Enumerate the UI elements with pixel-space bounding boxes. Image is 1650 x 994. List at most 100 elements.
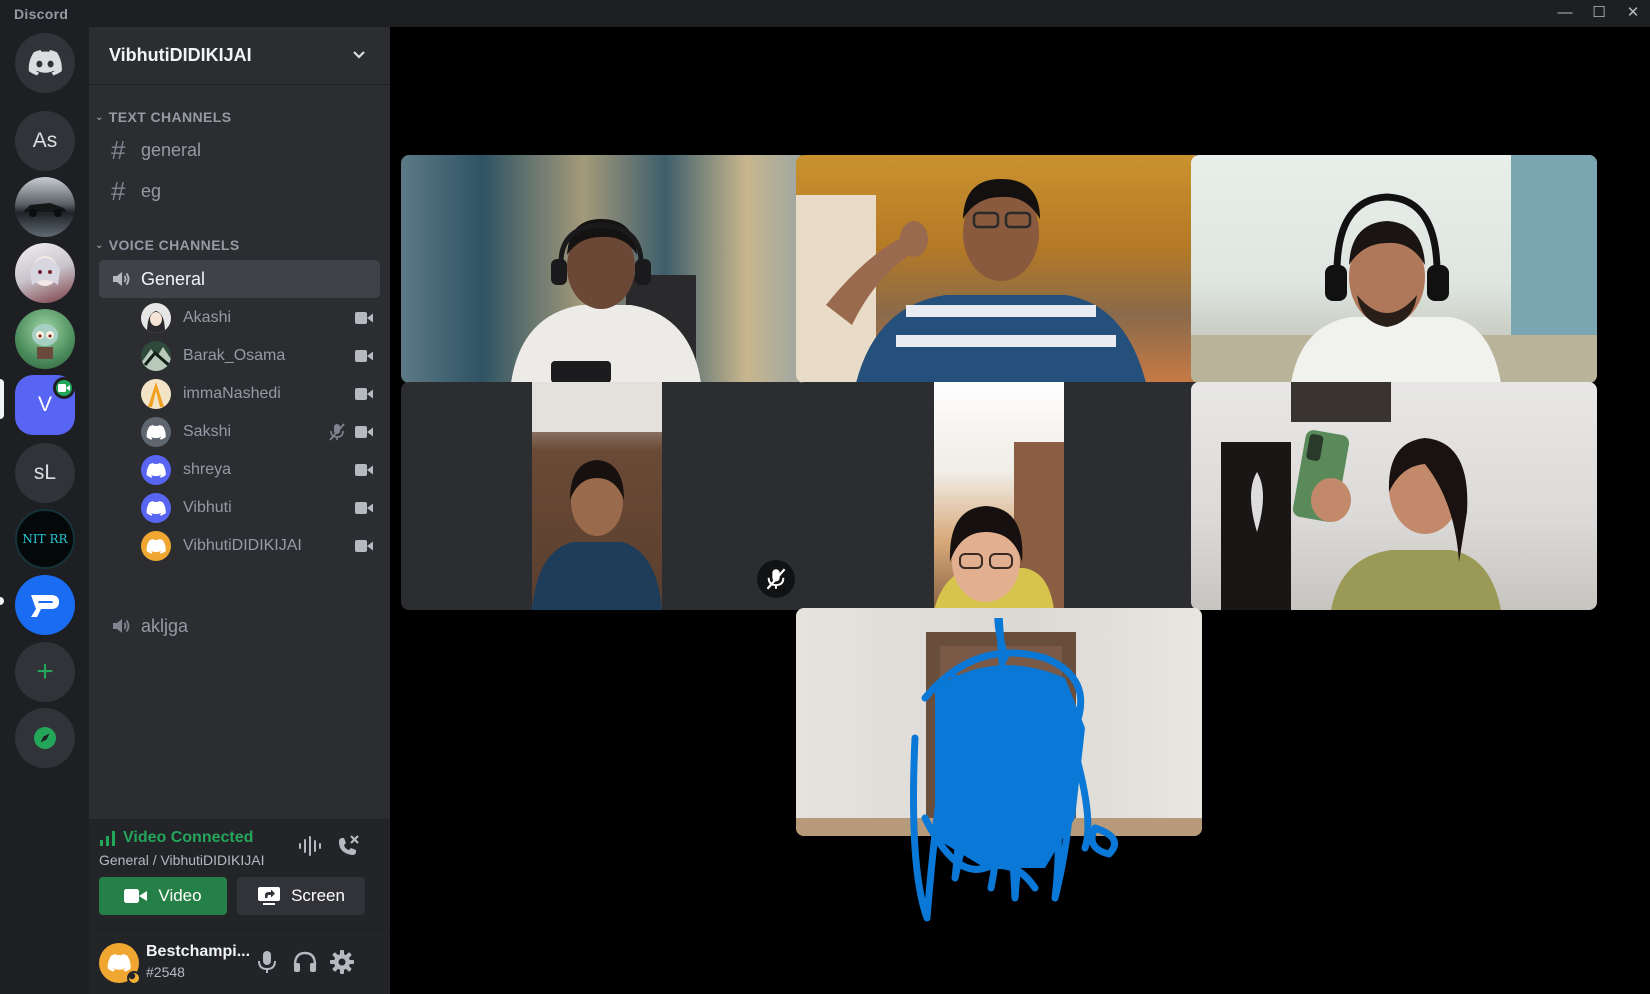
username[interactable]: Bestchampi... [146,943,250,961]
category-label: VOICE CHANNELS [108,237,240,253]
user-discriminator: #2548 [146,964,185,980]
channel-sidebar: VibhutiDIDIKIJAI ⌄ TEXT CHANNELS # gener… [89,27,390,994]
guild-header[interactable]: VibhutiDIDIKIJAI [89,27,390,85]
server-p[interactable] [15,575,75,635]
guild-name: VibhutiDIDIKIJAI [109,45,252,65]
close-button[interactable]: ✕ [1616,2,1650,24]
compass-icon [34,727,56,749]
minimize-button[interactable]: — [1548,2,1582,24]
chevron-down-icon [353,51,365,59]
video-tile[interactable] [796,382,1202,610]
discord-logo-icon [107,954,131,972]
video-tile[interactable] [796,608,1202,836]
avatar [141,303,171,333]
video-activity-badge [53,377,75,399]
video-camera-icon [355,426,373,438]
text-channel-icon: # [111,134,126,165]
video-tile[interactable] [796,155,1202,383]
category-label: TEXT CHANNELS [108,109,232,125]
video-camera-icon [355,540,373,552]
microphone-icon[interactable] [254,949,280,975]
car-icon [23,203,67,217]
participant-silhouette-icon [934,442,1064,610]
avatar [141,531,171,561]
screen-share-button[interactable]: Screen [237,877,365,915]
voice-status[interactable]: Video Connected [99,829,253,847]
video-tile[interactable] [1191,382,1597,610]
voice-user-name: shreya [183,461,232,478]
headphones-icon[interactable] [292,949,318,975]
voice-user-name: VibhutiDIDIKIJAI [183,537,302,554]
maximize-button[interactable]: ☐ [1582,2,1616,24]
collapse-arrow-icon: ⌄ [95,239,104,251]
voice-user-vibhutididikijai[interactable]: VibhutiDIDIKIJAI [141,528,379,564]
screen-button-label: Screen [291,886,345,905]
voice-connection-panel: Video Connected General / VibhutiDIDIKIJ… [89,819,390,929]
server-squid[interactable] [15,309,75,369]
voice-user-shreya[interactable]: shreya [141,452,379,488]
video-tile[interactable] [401,155,807,383]
disconnect-icon[interactable] [335,833,361,859]
anime-avatar-icon [30,256,60,286]
voice-user-vibhuti[interactable]: Vibhuti [141,490,379,526]
channel-label: General [141,268,206,289]
unread-pill [0,597,4,605]
add-server-button[interactable]: + [15,642,75,702]
server-nitrr[interactable]: NIT RR [15,509,75,569]
idle-status-icon [127,971,141,985]
voice-user-name: Akashi [183,309,232,326]
participant-silhouette-icon [1191,155,1597,383]
video-camera-icon [355,312,373,324]
voice-channel-general[interactable]: General [99,260,380,298]
app-title: Discord [14,6,69,22]
participant-silhouette-icon [1221,382,1501,610]
avatar [141,493,171,523]
noise-suppression-icon[interactable] [297,833,323,859]
voice-user-name: Vibhuti [183,499,232,516]
video-camera-icon [355,388,373,400]
server-sl[interactable]: sL [15,443,75,503]
video-icon [124,889,148,903]
voice-user-sakshi[interactable]: Sakshi [141,414,379,450]
user-panel: Bestchampi... #2548 [89,929,390,994]
avatar [141,379,171,409]
home-button[interactable] [15,33,75,93]
video-camera-icon [355,464,373,476]
server-car[interactable] [15,177,75,237]
settings-gear-icon[interactable] [329,949,355,975]
voice-channel-akljga[interactable]: akljga [99,607,380,645]
avatar [141,417,171,447]
channel-eg[interactable]: # eg [99,172,380,210]
participant-silhouette-icon [511,219,701,383]
voice-user-name: Sakshi [183,423,232,440]
title-bar: Discord — ☐ ✕ [0,0,1650,27]
server-rail: As V sL NIT RR + [0,27,89,994]
muted-mic-icon [329,423,345,441]
voice-user-name: immaNashedi [183,385,281,402]
participant-silhouette-icon [532,382,662,610]
server-anime[interactable] [15,243,75,303]
video-icon [58,384,70,392]
category-voice-channels[interactable]: ⌄ VOICE CHANNELS [95,237,240,253]
video-button-label: Video [158,886,202,905]
voice-user-immanashedi[interactable]: immaNashedi [141,376,379,412]
voice-user-name: Barak_Osama [183,347,286,364]
server-as[interactable]: As [15,111,75,171]
category-text-channels[interactable]: ⌄ TEXT CHANNELS [95,109,231,125]
explore-button[interactable] [15,708,75,768]
voice-user-akashi[interactable]: Akashi [141,300,379,336]
voice-user-barak-osama[interactable]: Barak_Osama [141,338,379,374]
channel-label: eg [141,180,162,201]
video-camera-icon [355,350,373,362]
voice-status-subtitle[interactable]: General / VibhutiDIDIKIJAI [99,852,264,868]
speaker-icon [111,269,141,289]
channel-label: general [141,139,202,160]
channel-general[interactable]: # general [99,131,380,169]
muted-mic-icon [766,568,786,590]
video-tile[interactable] [1191,155,1597,383]
video-tile[interactable] [401,382,807,610]
discord-logo-icon [28,50,62,76]
voice-status-title: Video Connected [123,829,254,846]
video-button[interactable]: Video [99,877,227,915]
p-logo-icon [31,595,59,617]
